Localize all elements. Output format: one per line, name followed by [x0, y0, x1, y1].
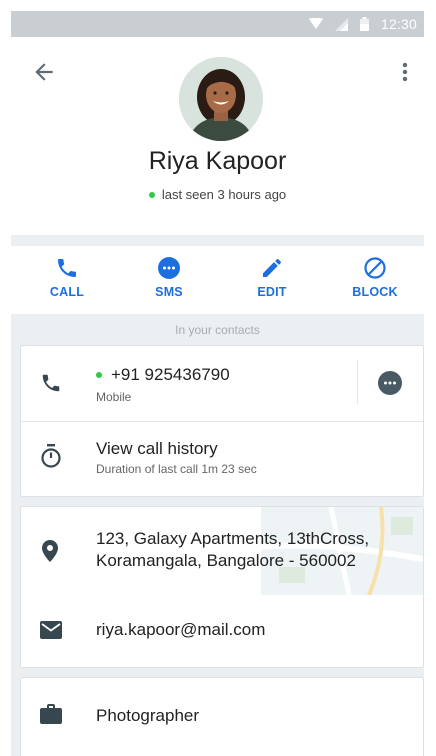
phone-card: +91 925436790 Mobile View call history D…: [20, 345, 424, 497]
call-label: CALL: [49, 285, 85, 299]
edit-label: EDIT: [257, 285, 287, 299]
signal-icon: [334, 17, 348, 31]
occupation: Photographer: [96, 706, 200, 725]
battery-icon: [359, 17, 369, 31]
message-icon[interactable]: [377, 370, 403, 396]
call-button[interactable]: CALL: [27, 256, 107, 301]
status-time: 12:30: [380, 16, 417, 32]
avatar-portrait-icon: [179, 57, 263, 141]
email-icon: [40, 621, 62, 639]
presence-text: last seen 3 hours ago: [161, 187, 287, 202]
address-line-1: 123, Galaxy Apartments, 13thCross,: [96, 529, 370, 548]
block-icon: [364, 257, 386, 279]
wifi-icon: [308, 18, 323, 29]
vertical-divider: [357, 360, 358, 404]
contacts-section-label: In your contacts: [175, 323, 260, 337]
location-icon: [42, 540, 58, 562]
call-history-title: View call history: [96, 439, 218, 458]
phone-row[interactable]: +91 925436790 Mobile: [21, 346, 423, 420]
online-dot-icon: [96, 372, 102, 378]
phone-type: Mobile: [96, 390, 132, 404]
contact-header: Riya Kapoor last seen 3 hours ago: [11, 37, 424, 235]
more-vert-icon[interactable]: [394, 59, 416, 85]
email-row[interactable]: riya.kapoor@mail.com: [21, 603, 423, 665]
details-card: 123, Galaxy Apartments, 13thCross, Koram…: [20, 506, 424, 668]
phone-number: +91 925436790: [96, 365, 230, 385]
sms-button[interactable]: SMS: [129, 256, 209, 301]
sms-icon: [158, 257, 180, 279]
avatar: [179, 57, 263, 141]
timer-icon: [41, 444, 61, 468]
action-bar: CALL SMS EDIT BLOCK: [11, 246, 424, 314]
contact-screen: 12:30 Riya Kapoor last seen 3 hours ago: [11, 11, 424, 756]
phone-icon: [42, 374, 60, 392]
contact-name: Riya Kapoor: [148, 147, 287, 175]
block-button[interactable]: BLOCK: [335, 256, 415, 301]
block-label: BLOCK: [352, 285, 398, 299]
phone-number-text: +91 925436790: [111, 365, 230, 384]
sms-label: SMS: [155, 285, 183, 299]
call-history-subtitle: Duration of last call 1m 23 sec: [96, 462, 257, 476]
email-address: riya.kapoor@mail.com: [96, 620, 266, 639]
online-dot-icon: [148, 191, 155, 198]
phone-icon: [58, 259, 76, 277]
back-arrow-icon[interactable]: [31, 59, 57, 85]
address-line-2: Koramangala, Bangalore - 560002: [96, 551, 356, 570]
call-history-row[interactable]: View call history Duration of last call …: [21, 422, 423, 496]
work-card: Photographer: [20, 677, 424, 756]
edit-icon: [263, 259, 281, 277]
address-row[interactable]: 123, Galaxy Apartments, 13thCross, Koram…: [21, 507, 423, 595]
occupation-row[interactable]: Photographer: [21, 678, 423, 752]
presence-status: last seen 3 hours ago: [11, 187, 424, 202]
status-bar: 12:30: [11, 11, 424, 37]
edit-button[interactable]: EDIT: [232, 256, 312, 301]
briefcase-icon: [40, 704, 62, 724]
